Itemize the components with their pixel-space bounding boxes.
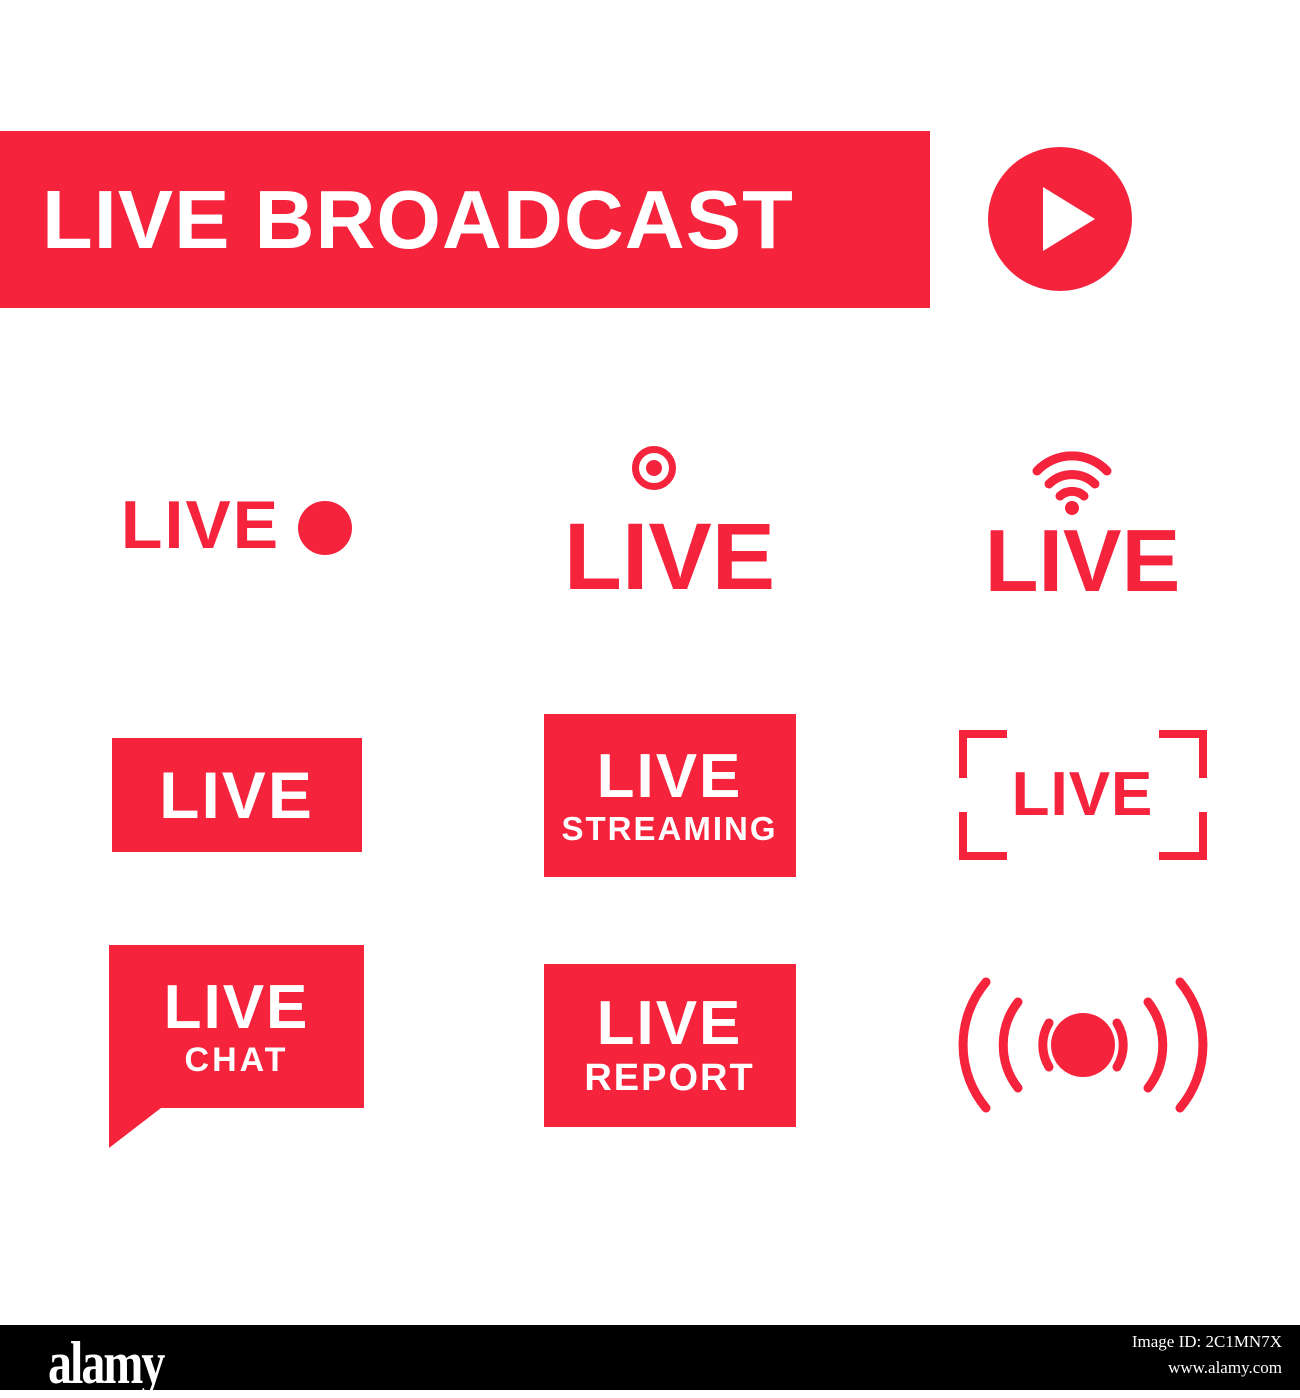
bracket-bottom-right-icon bbox=[1158, 812, 1207, 860]
badge-label: LIVE bbox=[563, 503, 776, 610]
banner-title: LIVE BROADCAST bbox=[42, 173, 794, 266]
watermark-footer: alamy Image ID: 2C1MN7X www.alamy.com bbox=[0, 1325, 1300, 1397]
footer-meta: Image ID: 2C1MN7X www.alamy.com bbox=[1132, 1329, 1282, 1382]
bracket-top-right-icon bbox=[1158, 730, 1207, 778]
badge-label: LIVE bbox=[596, 989, 743, 1058]
alamy-logo: alamy bbox=[48, 1330, 165, 1397]
badge-live-record-dot[interactable]: LIVE bbox=[453, 390, 886, 660]
bracket-bottom-left-icon bbox=[958, 812, 1007, 860]
badge-live-box[interactable]: LIVE bbox=[20, 660, 453, 930]
bracket-top-left-icon bbox=[958, 730, 1007, 778]
badge-label: LIVE bbox=[159, 758, 314, 832]
badge-label: LIVE bbox=[163, 972, 310, 1042]
badge-sublabel: CHAT bbox=[184, 1040, 289, 1079]
badge-label: LIVE bbox=[596, 741, 743, 811]
badge-sublabel: STREAMING bbox=[561, 809, 778, 847]
badge-label: LIVE bbox=[984, 511, 1181, 610]
play-triangle-icon bbox=[1043, 187, 1095, 251]
image-id-text: Image ID: 2C1MN7X bbox=[1131, 1332, 1282, 1351]
badge-live-report[interactable]: LIVE REPORT bbox=[453, 910, 886, 1180]
badge-broadcast-waves[interactable] bbox=[866, 910, 1299, 1180]
badge-label: LIVE bbox=[1011, 760, 1154, 829]
badge-grid: LIVE LIVE LIVE LIVE LIVE STREAMING LIVE … bbox=[0, 390, 1300, 1200]
website-text: www.alamy.com bbox=[1168, 1358, 1282, 1378]
badge-live-wifi[interactable]: LIVE bbox=[866, 390, 1299, 660]
record-dot-icon bbox=[298, 501, 353, 555]
badge-live-brackets[interactable]: LIVE bbox=[866, 660, 1299, 930]
record-ring-icon bbox=[631, 445, 676, 490]
badge-sublabel: REPORT bbox=[584, 1057, 755, 1099]
wifi-signal-icon bbox=[1032, 451, 1112, 515]
play-button[interactable] bbox=[988, 147, 1132, 291]
speech-bubble-tail-icon bbox=[109, 1108, 161, 1148]
broadcast-waves-icon bbox=[958, 977, 1207, 1113]
badge-live-streaming[interactable]: LIVE STREAMING bbox=[453, 660, 886, 930]
live-broadcast-banner: LIVE BROADCAST bbox=[0, 131, 930, 308]
badge-label: LIVE bbox=[120, 487, 281, 563]
badge-live-with-dot[interactable]: LIVE bbox=[20, 390, 453, 660]
artboard: LIVE BROADCAST LIVE LIVE LIVE LIVE LIVE … bbox=[0, 0, 1300, 1397]
badge-live-chat[interactable]: LIVE CHAT bbox=[20, 910, 453, 1180]
